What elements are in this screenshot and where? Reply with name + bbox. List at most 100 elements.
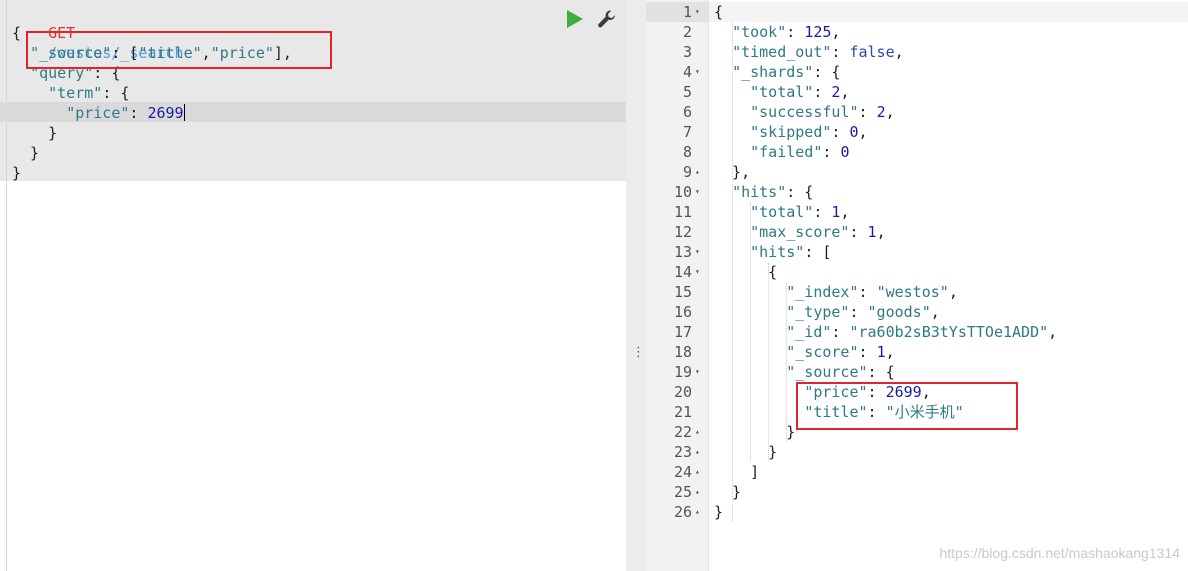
code-token: } [714, 483, 742, 501]
response-code-line[interactable]: "max_score": 1, [714, 222, 885, 242]
code-token: "_shards" [732, 63, 814, 81]
line-number: 1 [682, 3, 692, 21]
request-code-line[interactable]: } [12, 143, 39, 163]
fold-collapse-icon[interactable]: ▾ [695, 362, 700, 382]
response-code-line[interactable]: ] [714, 462, 759, 482]
fold-collapse-icon[interactable]: ▾ [695, 62, 700, 82]
code-token: : [858, 343, 877, 361]
line-number: 12 [673, 223, 692, 241]
request-code-line[interactable]: } [12, 163, 21, 183]
line-number: 20 [673, 383, 692, 401]
line-number: 6 [682, 103, 692, 121]
response-viewer[interactable]: 1 ▾ 2 3 4 ▾ 5 6 7 8 9 ▴ 10 ▾ 11 12 13 ▾ 14 ▾ 15 16 17 18 19 ▾ 20 21… [646, 0, 1188, 571]
code-token: , [858, 123, 868, 141]
fold-end-icon[interactable]: ▴ [695, 162, 700, 182]
response-code-line[interactable]: "_id": "ra60b2sB3tYsTTOe1ADD", [714, 322, 1057, 342]
text-cursor [183, 104, 185, 121]
fold-end-icon[interactable]: ▴ [695, 502, 700, 522]
code-token: : [822, 143, 841, 161]
code-token: : { [813, 63, 841, 81]
line-number: 19 [673, 363, 692, 381]
fold-collapse-icon[interactable]: ▾ [695, 262, 700, 282]
response-code-line[interactable]: "_score": 1, [714, 342, 894, 362]
line-number: 5 [682, 83, 692, 101]
code-token: : { [867, 363, 895, 381]
code-token: : [813, 203, 832, 221]
code-token: } [12, 144, 40, 162]
code-token: : [858, 103, 877, 121]
response-code-line[interactable]: } [714, 482, 741, 502]
line-number: 11 [673, 203, 692, 221]
request-code-line[interactable]: { [12, 23, 21, 43]
code-token: "_id" [786, 323, 832, 341]
code-token: : [ [804, 243, 832, 261]
fold-end-icon[interactable]: ▴ [695, 462, 700, 482]
code-token: "successful" [750, 103, 859, 121]
response-active-line [709, 2, 1188, 22]
code-token: , [840, 83, 850, 101]
fold-collapse-icon[interactable]: ▾ [695, 242, 700, 262]
fold-end-icon[interactable]: ▴ [695, 422, 700, 442]
code-token: 125 [804, 23, 832, 41]
fold-collapse-icon[interactable]: ▾ [695, 2, 700, 22]
code-token: { [714, 3, 724, 21]
watermark: https://blog.csdn.net/mashaokang1314 [939, 545, 1180, 561]
response-code-line[interactable]: } [714, 422, 795, 442]
play-icon[interactable] [566, 9, 584, 29]
request-header[interactable]: GET /westos/_search [12, 3, 183, 62]
response-code-line[interactable]: "successful": 2, [714, 102, 895, 122]
fold-end-icon[interactable]: ▴ [695, 442, 700, 462]
code-token: { [12, 24, 22, 42]
request-editor[interactable]: GET /westos/_search { "_source": ["title… [0, 0, 626, 571]
response-code-line[interactable]: "failed": 0 [714, 142, 849, 162]
response-code-line[interactable]: "timed_out": false, [714, 42, 904, 62]
response-code-line[interactable]: "total": 1, [714, 202, 849, 222]
response-code-line[interactable]: "skipped": 0, [714, 122, 868, 142]
code-token: } [714, 423, 796, 441]
fold-collapse-icon[interactable]: ▾ [695, 182, 700, 202]
fold-end-icon[interactable]: ▴ [695, 482, 700, 502]
request-code-line[interactable]: "term": { [12, 83, 129, 103]
code-token: , [948, 283, 958, 301]
indent-guide [768, 263, 770, 461]
vertical-ellipsis-icon[interactable]: ⋮ [632, 346, 645, 359]
code-token: 1 [876, 343, 886, 361]
code-token: : [849, 303, 868, 321]
code-token: "max_score" [750, 223, 850, 241]
response-code-line[interactable]: "_type": "goods", [714, 302, 940, 322]
code-token: "took" [732, 23, 787, 41]
line-number: 13 [673, 243, 692, 261]
code-token: , [1048, 323, 1058, 341]
pane-resizer[interactable]: ⋮ [626, 0, 646, 571]
code-token: "skipped" [750, 123, 832, 141]
response-code-line[interactable]: "_source": { [714, 362, 895, 382]
request-code-line[interactable]: } [12, 123, 57, 143]
code-token: 2699 [147, 104, 184, 122]
line-number: 23 [673, 443, 692, 461]
response-code-line[interactable]: { [714, 2, 723, 22]
code-token: 0 [840, 143, 850, 161]
code-token: "_score" [786, 343, 859, 361]
response-code-line[interactable]: "total": 2, [714, 82, 849, 102]
code-token: "_source" [786, 363, 868, 381]
line-number: 3 [682, 43, 692, 61]
code-token: "timed_out" [732, 43, 832, 61]
response-code-line[interactable]: } [714, 502, 723, 522]
wrench-icon[interactable] [597, 9, 617, 29]
code-token: "_type" [786, 303, 850, 321]
code-token: , [831, 23, 841, 41]
code-token: 1 [867, 223, 877, 241]
response-code-line[interactable]: "hits": { [714, 182, 813, 202]
code-token: "term" [48, 84, 103, 102]
request-code-line[interactable]: "price": 2699 [12, 103, 185, 123]
code-token: "price" [66, 104, 130, 122]
code-token: : [858, 283, 877, 301]
code-token: , [840, 203, 850, 221]
line-number: 8 [682, 143, 692, 161]
